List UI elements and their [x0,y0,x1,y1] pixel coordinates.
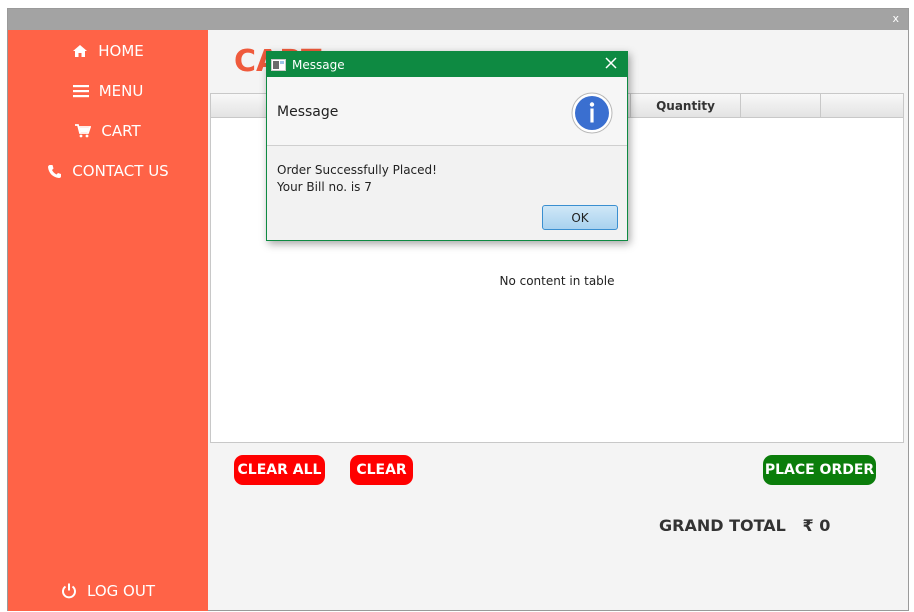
dialog-message-line: Order Successfully Placed! [277,163,437,177]
cart-icon [75,124,92,138]
info-icon [571,92,613,134]
menu-icon [72,85,89,98]
sidebar-item-label: HOME [98,42,144,60]
grand-total: GRAND TOTAL ₹ 0 [659,516,831,535]
table-column-header[interactable]: Quantity [631,94,741,117]
logout-label: LOG OUT [87,582,155,600]
dialog-close-icon[interactable] [604,56,618,70]
dialog-titlebar: Message [267,52,627,77]
clear-all-button[interactable]: CLEAR ALL [234,455,325,485]
dialog-header: Message [267,77,627,146]
sidebar-item-label: MENU [98,82,144,100]
sidebar-item-home[interactable]: HOME [8,36,208,66]
sidebar: HOME MENU CART CONTACT US LOG OUT [8,30,208,611]
clear-button[interactable]: CLEAR [350,455,413,485]
dialog-body: Order Successfully Placed! Your Bill no.… [277,162,437,196]
dialog-message-line: Your Bill no. is 7 [277,180,372,194]
sidebar-item-menu[interactable]: MENU [8,76,208,106]
window-titlebar: x [8,9,908,30]
window-close-button[interactable]: x [892,12,899,25]
dialog-header-text: Message [277,104,339,120]
logout-button[interactable]: LOG OUT [8,576,208,606]
place-order-button[interactable]: PLACE ORDER [763,455,876,485]
message-dialog: Message Message Order Successfully Place… [266,51,628,241]
sidebar-item-contact[interactable]: CONTACT US [8,156,208,186]
app-icon [271,58,286,71]
dialog-title: Message [292,57,345,72]
table-column-header[interactable] [821,94,905,117]
table-column-header[interactable] [741,94,821,117]
sidebar-item-cart[interactable]: CART [8,116,208,146]
ok-button[interactable]: OK [542,205,618,230]
sidebar-item-label: CONTACT US [72,162,169,180]
sidebar-item-label: CART [101,122,141,140]
power-icon [62,583,76,599]
phone-icon [48,164,62,178]
home-icon [73,45,88,57]
table-empty-message: No content in table [499,274,615,288]
